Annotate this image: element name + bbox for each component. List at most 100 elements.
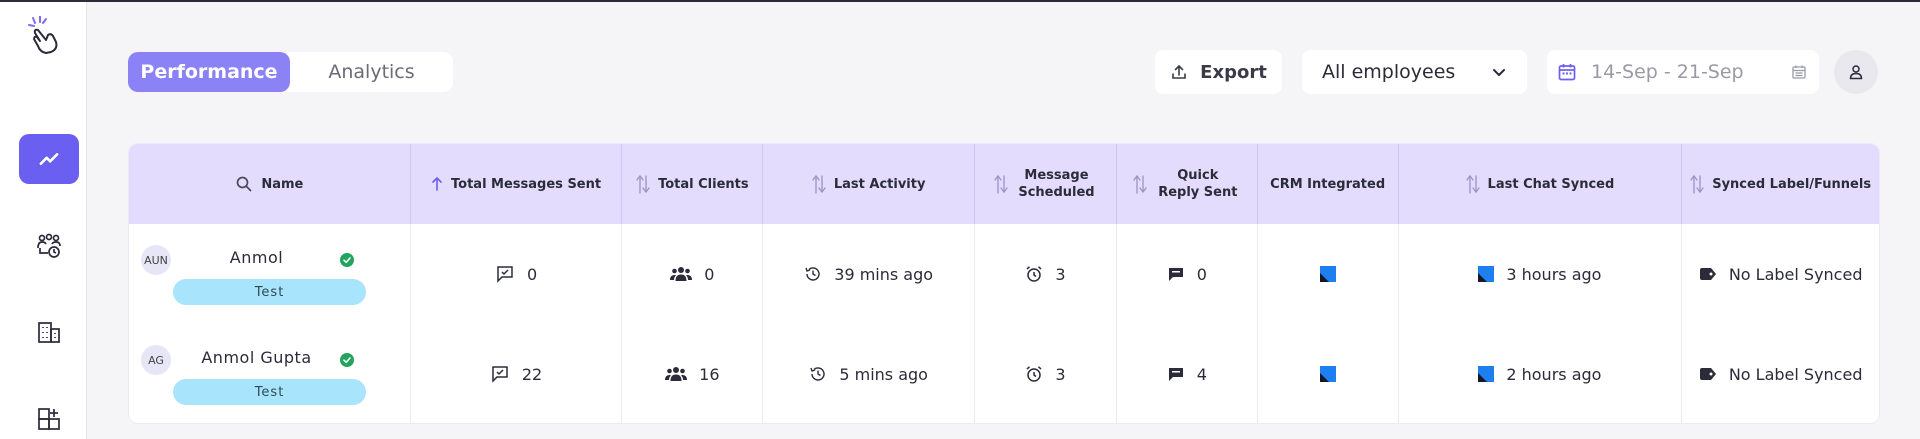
sort-icon[interactable] <box>994 173 1009 195</box>
alarm-clock-icon <box>1026 266 1042 282</box>
table-header: Name Total Messages Sent Total Clients L… <box>129 144 1879 224</box>
employee-filter-select[interactable]: All employees <box>1302 50 1527 94</box>
last-chat-cell: 3 hours ago <box>1399 224 1683 324</box>
crm-cell <box>1258 224 1399 324</box>
table-row[interactable]: AG Anmol Gupta Test 22 16 5 mins ago 3 4 <box>129 324 1879 423</box>
message-icon <box>497 266 513 283</box>
employee-filter-value: All employees <box>1322 61 1456 83</box>
avatar: AUN <box>141 245 171 275</box>
last-chat-cell: 2 hours ago <box>1399 324 1683 423</box>
synced-label-value: No Label Synced <box>1728 264 1863 284</box>
column-header-last-activity[interactable]: Last Activity <box>763 144 976 224</box>
window-top-border <box>0 0 1920 2</box>
sort-ascending-icon[interactable] <box>431 176 443 192</box>
quick-reply-icon <box>1168 368 1183 381</box>
crm-integrated-icon <box>1319 266 1336 282</box>
verified-check-icon <box>340 353 354 367</box>
quick-reply-cell: 0 <box>1117 224 1258 324</box>
messages-count: 22 <box>521 364 543 384</box>
search-icon[interactable] <box>235 175 253 193</box>
last-chat-value: 3 hours ago <box>1506 264 1602 284</box>
employee-name[interactable]: Anmol Gupta <box>179 348 334 367</box>
app-logo-icon[interactable] <box>24 15 64 56</box>
last-chat-value: 2 hours ago <box>1506 364 1602 384</box>
last-activity-value: 5 mins ago <box>839 364 928 384</box>
view-tabs: Performance Analytics <box>128 52 453 92</box>
scheduled-cell: 3 <box>975 224 1117 324</box>
chevron-down-icon <box>1493 69 1505 76</box>
column-header-crm-integrated[interactable]: CRM Integrated <box>1258 144 1399 224</box>
crm-sync-icon <box>1478 366 1495 382</box>
column-header-label: Last Chat Synced <box>1487 176 1615 192</box>
clients-cell: 0 <box>622 224 764 324</box>
clients-count: 16 <box>699 364 720 384</box>
scheduled-cell: 3 <box>975 324 1117 423</box>
table-row[interactable]: AUN Anmol Test 0 0 39 mins ago 3 0 3 hou… <box>129 224 1879 324</box>
sort-icon[interactable] <box>1690 173 1704 195</box>
column-header-label: Synced Label/Funnels <box>1712 176 1872 192</box>
sort-icon[interactable] <box>1133 173 1147 195</box>
export-label: Export <box>1200 61 1267 83</box>
column-header-total-clients[interactable]: Total Clients <box>622 144 764 224</box>
date-range-picker[interactable]: 14-Sep - 21-Sep <box>1547 50 1819 94</box>
users-icon <box>670 267 693 281</box>
quick-reply-cell: 4 <box>1117 324 1258 423</box>
date-range-value: 14-Sep - 21-Sep <box>1591 61 1744 83</box>
column-header-label: Total Clients <box>658 176 749 192</box>
crm-cell <box>1258 324 1399 423</box>
nav-team-icon[interactable] <box>19 221 79 271</box>
history-icon <box>810 367 826 381</box>
column-header-label: Last Activity <box>833 176 926 192</box>
nav-add-widget-icon[interactable] <box>19 394 79 439</box>
clients-cell: 16 <box>622 324 764 423</box>
calendar-icon <box>1558 64 1576 81</box>
avatar: AG <box>141 345 171 375</box>
column-header-label: Name <box>261 176 304 192</box>
column-header-last-chat-synced[interactable]: Last Chat Synced <box>1399 144 1683 224</box>
employee-cell: AUN Anmol Test <box>129 224 411 324</box>
employee-tag: Test <box>173 379 366 405</box>
messages-cell: 22 <box>411 324 623 423</box>
employee-name[interactable]: Anmol <box>179 248 334 267</box>
calendar-small-icon[interactable] <box>1791 64 1807 80</box>
last-activity-value: 39 mins ago <box>834 264 934 284</box>
column-header-total-messages[interactable]: Total Messages Sent <box>411 144 623 224</box>
sidebar <box>0 2 87 439</box>
export-button[interactable]: Export <box>1155 50 1282 94</box>
synced-label-cell: No Label Synced <box>1682 324 1879 423</box>
label-tag-icon <box>1699 268 1716 280</box>
message-icon <box>492 366 508 383</box>
column-header-label: Message Scheduled <box>1018 168 1095 200</box>
history-icon <box>805 267 820 281</box>
sort-icon[interactable] <box>636 173 650 195</box>
user-profile-button[interactable] <box>1834 50 1878 94</box>
verified-check-icon <box>340 253 354 267</box>
last-activity-cell: 39 mins ago <box>763 224 976 324</box>
column-header-quick-reply[interactable]: Quick Reply Sent <box>1117 144 1258 224</box>
upload-icon <box>1172 64 1186 79</box>
label-tag-icon <box>1699 368 1716 380</box>
users-icon <box>665 367 688 381</box>
scheduled-count: 3 <box>1055 264 1066 284</box>
crm-sync-icon <box>1478 266 1495 282</box>
nav-performance-icon[interactable] <box>19 134 79 184</box>
quick-reply-count: 4 <box>1196 364 1207 384</box>
sort-icon[interactable] <box>812 173 826 195</box>
alarm-clock-icon <box>1026 366 1042 382</box>
column-header-label: Quick Reply Sent <box>1158 168 1238 200</box>
synced-label-cell: No Label Synced <box>1682 224 1879 324</box>
performance-table: Name Total Messages Sent Total Clients L… <box>128 143 1880 424</box>
synced-label-value: No Label Synced <box>1728 364 1863 384</box>
messages-cell: 0 <box>411 224 623 324</box>
column-header-label: CRM Integrated <box>1270 176 1386 192</box>
user-icon <box>1849 65 1863 80</box>
employee-cell: AG Anmol Gupta Test <box>129 324 411 423</box>
tab-performance[interactable]: Performance <box>128 52 290 92</box>
nav-organization-icon[interactable] <box>19 307 79 357</box>
crm-integrated-icon <box>1319 366 1336 382</box>
tab-analytics[interactable]: Analytics <box>290 52 453 92</box>
sort-icon[interactable] <box>1465 173 1480 195</box>
column-header-message-scheduled[interactable]: Message Scheduled <box>975 144 1117 224</box>
column-header-name[interactable]: Name <box>129 144 411 224</box>
column-header-synced-label[interactable]: Synced Label/Funnels <box>1682 144 1879 224</box>
